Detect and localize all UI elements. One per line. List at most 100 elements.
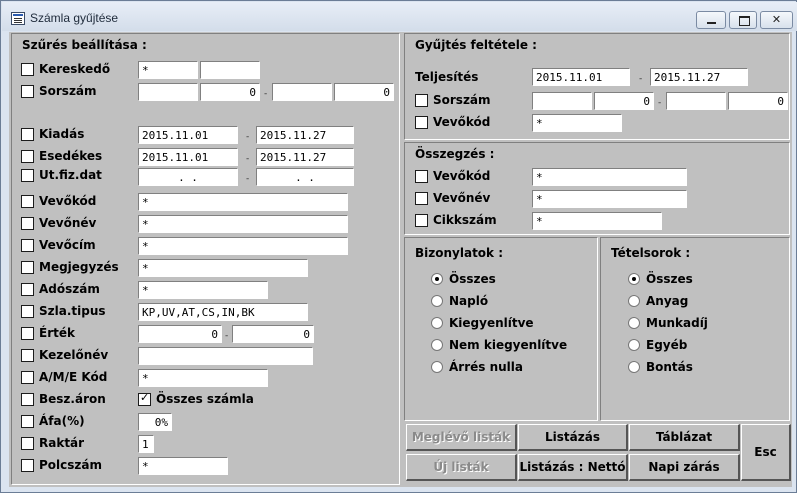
bizonylatok-option-label: Napló [449, 294, 489, 308]
range-separator: - [658, 98, 662, 108]
bizonylatok-radio-nem-kiegyenlitve[interactable] [431, 339, 443, 351]
ame-kod-field[interactable]: * [138, 369, 268, 387]
tetelsorok-panel-title: Tételsorok : [611, 246, 691, 260]
bizonylatok-radio-kiegyenlitve[interactable] [431, 317, 443, 329]
vevokod-checkbox[interactable] [21, 195, 34, 208]
kereskedo-label: Kereskedő [39, 62, 111, 76]
teljesites-to-field[interactable]: 2015.11.27 [650, 68, 748, 86]
bizonylatok-radio-osszes[interactable] [431, 273, 443, 285]
afa-field[interactable]: 0% [138, 413, 172, 431]
afa-checkbox[interactable] [21, 415, 34, 428]
tetelsorok-radio-anyag[interactable] [628, 295, 640, 307]
megjegyzes-field[interactable]: * [138, 259, 308, 277]
osszegzes-cikkszam-checkbox[interactable] [415, 214, 428, 227]
ertek-checkbox[interactable] [21, 327, 34, 340]
bizonylatok-radio-naplo[interactable] [431, 295, 443, 307]
close-button[interactable] [760, 11, 793, 29]
esc-button[interactable]: Esc [741, 424, 791, 481]
vevokod-field[interactable]: * [138, 193, 348, 211]
gyujtes-sorszam-prefix-to[interactable] [666, 92, 726, 110]
title-bar[interactable]: Számla gyűjtése [2, 2, 797, 31]
osszegzes-vevokod-checkbox[interactable] [415, 170, 428, 183]
esedekes-from-field[interactable]: 2015.11.01 [138, 148, 238, 166]
tetelsorok-radio-munkadij[interactable] [628, 317, 640, 329]
osszegzes-vevonev-field[interactable]: * [532, 190, 687, 208]
teljesites-label: Teljesítés [415, 70, 479, 84]
ame-kod-checkbox[interactable] [21, 371, 34, 384]
uj-listak-button[interactable]: Új listák [406, 454, 517, 481]
megjegyzes-checkbox[interactable] [21, 261, 34, 274]
bizonylatok-panel-title: Bizonylatok : [415, 246, 504, 260]
szlatipus-checkbox[interactable] [21, 305, 34, 318]
vevocim-checkbox[interactable] [21, 239, 34, 252]
osszegzes-panel: Összegzés : Vevőkód * Vevőnév * Cikkszám… [404, 142, 790, 235]
polcszam-checkbox[interactable] [21, 459, 34, 472]
osszes-szamla-checkbox[interactable]: ✓ [138, 391, 151, 406]
bizonylatok-option-label: Nem kiegyenlítve [449, 338, 568, 352]
sorszam-checkbox[interactable] [21, 85, 34, 98]
sorszam-prefix-from[interactable] [138, 83, 198, 101]
beszaron-checkbox[interactable] [21, 393, 34, 406]
tetelsorok-radio-osszes[interactable] [628, 273, 640, 285]
bizonylatok-panel: Bizonylatok : Összes Napló Kiegyenlítve … [404, 237, 598, 421]
gyujtes-sorszam-number-to[interactable]: 0 [728, 92, 788, 110]
tetelsorok-radio-bontas[interactable] [628, 361, 640, 373]
utfiz-from-field[interactable]: . . [138, 168, 238, 186]
vevonev-field[interactable]: * [138, 215, 348, 233]
afa-label: Áfa(%) [39, 414, 85, 428]
range-separator: - [225, 331, 229, 341]
teljesites-from-field[interactable]: 2015.11.01 [532, 68, 630, 86]
gyujtes-sorszam-checkbox[interactable] [415, 94, 428, 107]
gyujtes-vevokod-checkbox[interactable] [415, 116, 428, 129]
vevonev-label: Vevőnév [39, 216, 97, 230]
sorszam-number-to[interactable]: 0 [334, 83, 394, 101]
kezelonev-checkbox[interactable] [21, 349, 34, 362]
polcszam-field[interactable]: * [138, 457, 228, 475]
listazas-button[interactable]: Listázás [518, 424, 628, 451]
szlatipus-field[interactable]: KP,UV,AT,CS,IN,BK [138, 303, 308, 321]
listazas-netto-button[interactable]: Listázás : Nettó [518, 454, 628, 481]
kereskedo-field-1[interactable]: * [138, 61, 198, 79]
kiadas-from-field[interactable]: 2015.11.01 [138, 126, 238, 144]
ertek-to-field[interactable]: 0 [232, 325, 314, 343]
gyujtes-sorszam-number-from[interactable]: 0 [594, 92, 654, 110]
maximize-button[interactable] [729, 11, 757, 29]
kereskedo-checkbox[interactable] [21, 63, 34, 76]
gyujtes-sorszam-prefix-from[interactable] [532, 92, 592, 110]
kereskedo-field-2[interactable] [200, 61, 260, 79]
raktar-field[interactable]: 1 [138, 435, 154, 453]
esedekes-to-field[interactable]: 2015.11.27 [256, 148, 354, 166]
vevocim-field[interactable]: * [138, 237, 348, 255]
raktar-checkbox[interactable] [21, 437, 34, 450]
osszegzes-vevokod-field[interactable]: * [532, 168, 687, 186]
kezelonev-field[interactable] [138, 347, 313, 365]
bizonylatok-radio-arres-nulla[interactable] [431, 361, 443, 373]
tetelsorok-option-label: Anyag [646, 294, 689, 308]
osszegzes-panel-title: Összegzés : [415, 147, 495, 161]
kiadas-to-field[interactable]: 2015.11.27 [256, 126, 354, 144]
gyujtes-vevokod-field[interactable]: * [532, 114, 622, 132]
tetelsorok-option-label: Bontás [646, 360, 693, 374]
tetelsorok-radio-egyeb[interactable] [628, 339, 640, 351]
polcszam-label: Polcszám [39, 458, 102, 472]
napi-zaras-button[interactable]: Napi zárás [629, 454, 740, 481]
vevonev-checkbox[interactable] [21, 217, 34, 230]
osszegzes-cikkszam-field[interactable]: * [532, 212, 662, 230]
gyujtes-sorszam-label: Sorszám [433, 93, 491, 107]
kiadas-checkbox[interactable] [21, 128, 34, 141]
ertek-from-field[interactable]: 0 [138, 325, 222, 343]
adoszam-field[interactable]: * [138, 281, 268, 299]
adoszam-checkbox[interactable] [21, 283, 34, 296]
utfiz-checkbox[interactable] [21, 169, 34, 182]
beszaron-label: Besz.áron [39, 392, 106, 406]
tablazat-button[interactable]: Táblázat [629, 424, 740, 451]
meglevo-listak-button[interactable]: Meglévő listák [406, 424, 517, 451]
esedekes-checkbox[interactable] [21, 150, 34, 163]
sorszam-number-from[interactable]: 0 [200, 83, 260, 101]
osszegzes-vevonev-checkbox[interactable] [415, 192, 428, 205]
sorszam-prefix-to[interactable] [272, 83, 332, 101]
esedekes-label: Esedékes [39, 149, 103, 163]
raktar-label: Raktár [39, 436, 85, 450]
utfiz-to-field[interactable]: . . [256, 168, 354, 186]
minimize-button[interactable] [696, 11, 726, 29]
